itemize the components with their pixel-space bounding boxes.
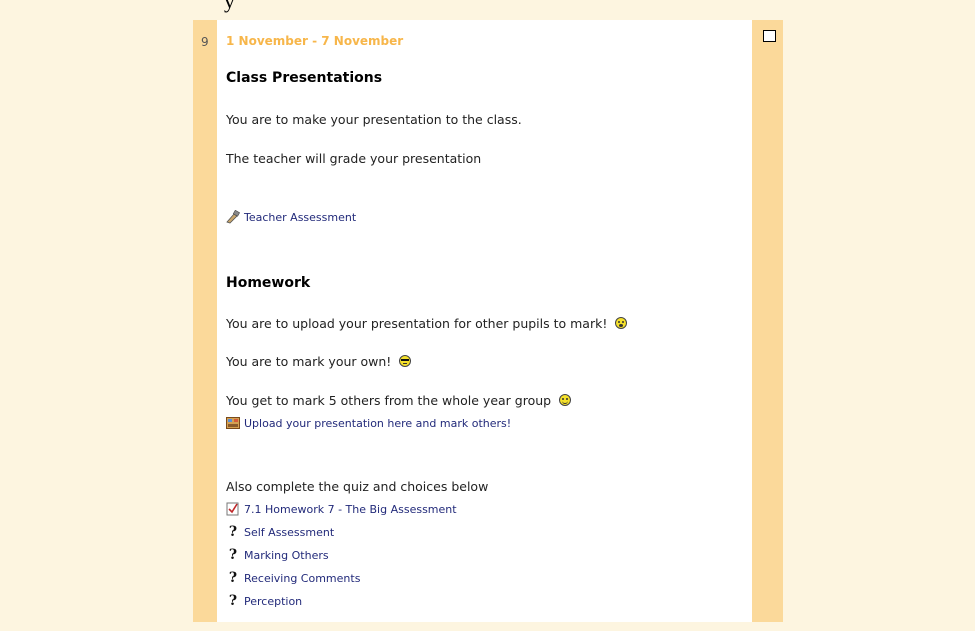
- question-mark-icon: ?: [228, 524, 238, 540]
- class-presentations-heading: Class Presentations: [226, 70, 383, 86]
- choice-link-receiving-comments[interactable]: ? Receiving Comments: [226, 570, 361, 586]
- upload-icon: [226, 416, 240, 430]
- top-text-fragment: y: [224, 0, 235, 13]
- quiz-link[interactable]: 7.1 Homework 7 - The Big Assessment: [226, 502, 457, 516]
- choice-label: Receiving Comments: [244, 571, 361, 585]
- homework-text-1: You are to upload your presentation for …: [226, 316, 628, 331]
- homework-text-1-label: You are to upload your presentation for …: [226, 316, 608, 331]
- choice-link-perception[interactable]: ? Perception: [226, 593, 303, 609]
- class-presentations-text-2: The teacher will grade your presentation: [226, 151, 482, 166]
- week-title: 1 November - 7 November: [226, 34, 404, 48]
- homework-text-3-label: You get to mark 5 others from the whole …: [226, 393, 552, 408]
- upload-presentation-label: Upload your presentation here and mark o…: [244, 416, 512, 430]
- section-number: 9: [201, 35, 209, 49]
- cool-smiley-icon: [399, 355, 412, 367]
- question-mark-icon: ?: [228, 547, 238, 563]
- quiz-label: 7.1 Homework 7 - The Big Assessment: [244, 502, 457, 516]
- quiz-icon: [226, 502, 240, 516]
- workshop-icon: [226, 210, 240, 224]
- teacher-assessment-label: Teacher Assessment: [244, 210, 357, 224]
- happy-smiley-icon: [559, 394, 572, 406]
- choice-label: Perception: [244, 594, 303, 608]
- homework-heading: Homework: [226, 275, 311, 291]
- choice-label: Marking Others: [244, 548, 329, 562]
- question-mark-icon: ?: [228, 593, 238, 609]
- homework-text-3: You get to mark 5 others from the whole …: [226, 393, 572, 408]
- also-complete-text: Also complete the quiz and choices below: [226, 479, 489, 494]
- question-mark-icon: ?: [228, 570, 238, 586]
- section-content: 1 November - 7 November Class Presentati…: [217, 20, 752, 622]
- surprised-smiley-icon: [615, 317, 628, 329]
- choice-label: Self Assessment: [244, 525, 335, 539]
- section-highlight-checkbox[interactable]: [763, 30, 776, 42]
- week-section: 9 1 November - 7 November Class Presenta…: [193, 20, 783, 622]
- homework-text-2-label: You are to mark your own!: [226, 354, 392, 369]
- teacher-assessment-link[interactable]: Teacher Assessment: [226, 210, 356, 224]
- upload-presentation-link[interactable]: Upload your presentation here and mark o…: [226, 416, 511, 430]
- homework-text-2: You are to mark your own!: [226, 354, 412, 369]
- choice-link-marking-others[interactable]: ? Marking Others: [226, 547, 329, 563]
- choice-link-self-assessment[interactable]: ? Self Assessment: [226, 524, 335, 540]
- class-presentations-text-1: You are to make your presentation to the…: [226, 112, 522, 127]
